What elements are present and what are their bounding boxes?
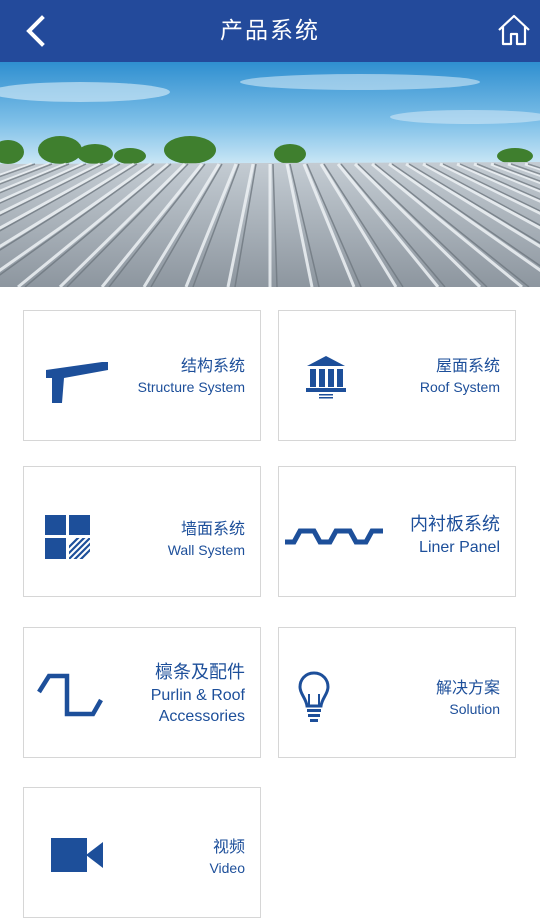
card-title-en-line1: Purlin & Roof <box>150 687 245 704</box>
building-columns-icon <box>306 356 346 399</box>
card-title-en: Liner Panel <box>419 539 500 556</box>
card-liner-panel[interactable]: 内衬板系统 Liner Panel <box>278 466 516 597</box>
card-title-zh: 屋面系统 <box>435 356 500 375</box>
card-title-en: Wall System <box>167 542 245 558</box>
card-structure-system[interactable]: 结构系统 Structure System <box>23 310 261 441</box>
chevron-left-icon <box>26 15 45 47</box>
card-title-en: Video <box>209 860 245 876</box>
card-title-zh: 解决方案 <box>435 678 500 697</box>
video-camera-icon <box>51 838 103 872</box>
card-wall-system[interactable]: 墙面系统 Wall System <box>23 466 261 597</box>
card-video[interactable]: 视频 Video <box>23 787 261 918</box>
card-title-en-line2: Accessories <box>158 708 245 725</box>
card-title-en: Roof System <box>419 379 500 395</box>
purlin-profile-icon <box>37 673 103 717</box>
card-title-en: Solution <box>449 701 500 717</box>
home-icon <box>498 14 530 46</box>
card-title-zh: 结构系统 <box>180 356 245 375</box>
card-title-en: Structure System <box>137 379 245 395</box>
structure-beam-icon <box>46 362 108 403</box>
card-title-zh: 墙面系统 <box>180 519 245 538</box>
page-title: 产品系统 <box>220 18 320 44</box>
top-bar: 产品系统 <box>0 0 540 62</box>
card-title-zh: 视频 <box>212 837 245 856</box>
card-title-zh: 檩条及配件 <box>155 662 245 683</box>
card-solution[interactable]: 解决方案 Solution <box>278 627 516 758</box>
card-roof-system[interactable]: 屋面系统 Roof System <box>278 310 516 441</box>
lightbulb-icon <box>298 671 330 722</box>
home-button[interactable] <box>497 13 531 47</box>
card-purlin-accessories[interactable]: 檩条及配件 Purlin & Roof Accessories <box>23 627 261 758</box>
roof-banner-image <box>0 62 540 289</box>
corrugated-panel-icon <box>285 528 383 545</box>
back-button[interactable] <box>20 15 50 47</box>
wall-tiles-icon <box>45 515 90 559</box>
card-title-zh: 内衬板系统 <box>410 514 500 535</box>
